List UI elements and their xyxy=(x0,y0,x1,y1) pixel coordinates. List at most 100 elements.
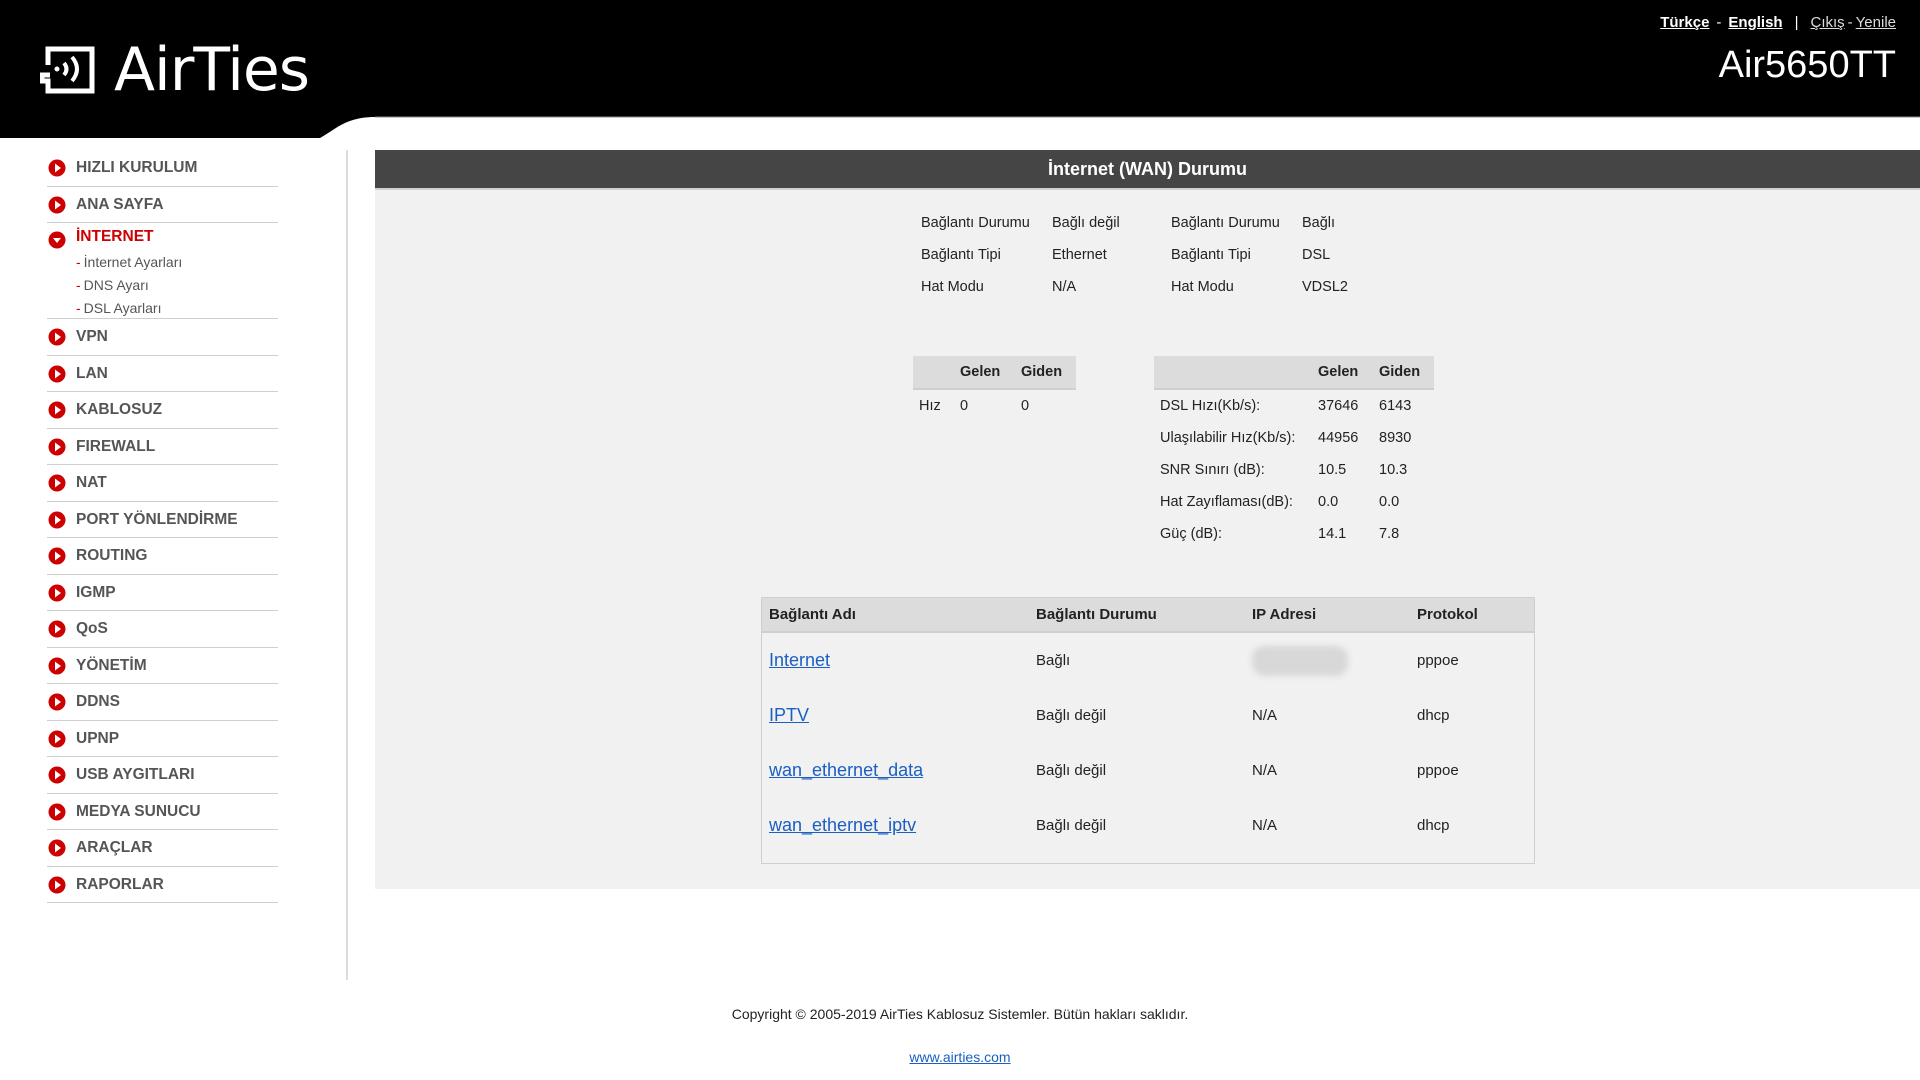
connections-header: Bağlantı Adı Bağlantı Durumu IP Adresi P… xyxy=(761,597,1535,633)
sidebar-item[interactable]: DDNS xyxy=(47,684,278,721)
sidebar-item[interactable]: MEDYA SUNUCU xyxy=(47,794,278,830)
table-row: Ulaşılabilir Hız(Kb/s): 44956 8930 xyxy=(1154,422,1434,454)
sidebar-subitem[interactable]: - İnternet Ayarları xyxy=(76,251,182,274)
play-arrow-icon xyxy=(48,620,66,638)
speed-out: 0 xyxy=(1021,398,1030,414)
play-arrow-icon xyxy=(48,693,66,711)
ip-value: N/A xyxy=(1252,707,1278,724)
ip-value: N/A xyxy=(1252,762,1278,779)
sidebar-item[interactable]: VPN xyxy=(47,319,278,356)
col-connection-status: Bağlantı Durumu xyxy=(1029,597,1245,633)
col-out: Giden xyxy=(1379,356,1434,390)
connection-link[interactable]: wan_ethernet_iptv xyxy=(769,815,916,835)
play-arrow-icon xyxy=(48,159,66,177)
play-arrow-icon xyxy=(48,803,66,820)
sidebar-item-label: RAPORLAR xyxy=(76,875,164,893)
ip-address-cell xyxy=(1245,632,1410,688)
eth-status-value: Bağlı değil xyxy=(1052,215,1120,231)
connections-table: Bağlantı Adı Bağlantı Durumu IP Adresi P… xyxy=(761,597,1535,864)
sidebar-item[interactable]: ARAÇLAR xyxy=(47,830,278,867)
top-links: Türkçe - English | Çıkış - Yenile xyxy=(1660,14,1896,31)
sidebar-item[interactable]: RAPORLAR xyxy=(47,867,278,903)
protocol: dhcp xyxy=(1417,817,1450,834)
sidebar-nav: HIZLI KURULUM ANA SAYFA İNTERNET - İnternet … xyxy=(47,150,278,903)
metric-in: 37646 xyxy=(1318,398,1359,414)
eth-mode-label: Hat Modu xyxy=(921,279,984,295)
speed-table: Gelen Giden Hız 0 0 xyxy=(913,356,1076,422)
metric-in: 0.0 xyxy=(1318,494,1339,510)
sidebar-item[interactable]: ROUTING xyxy=(47,538,278,575)
brand-name: AirTies xyxy=(114,35,310,105)
sidebar-item-label: QoS xyxy=(76,620,108,637)
sidebar-item-label: KABLOSUZ xyxy=(76,401,163,418)
metric-in: 44956 xyxy=(1318,430,1359,446)
table-row: Hat Zayıflaması(dB): 0.0 0.0 xyxy=(1154,486,1434,518)
sidebar-item-label: YÖNETİM xyxy=(76,656,147,674)
metric-out: 6143 xyxy=(1379,398,1412,414)
metric-label: Ulaşılabilir Hız(Kb/s): xyxy=(1160,430,1296,446)
sidebar-item[interactable]: HIZLI KURULUM xyxy=(47,150,278,187)
metric-label: SNR Sınırı (dB): xyxy=(1160,462,1265,478)
sidebar-item[interactable]: IGMP xyxy=(47,575,278,611)
sidebar-item-label: HIZLI KURULUM xyxy=(76,159,198,176)
lang-english-link[interactable]: English xyxy=(1728,14,1782,31)
play-arrow-icon xyxy=(48,876,66,893)
sidebar-item[interactable]: LAN xyxy=(47,356,278,392)
sidebar-item[interactable]: İNTERNET - İnternet Ayarları - DNS Ayarı - DSL… xyxy=(47,223,278,319)
ip-value: N/A xyxy=(1252,817,1278,834)
sidebar-item[interactable]: YÖNETİM xyxy=(47,648,278,684)
ip-address-cell: N/A xyxy=(1245,798,1410,853)
bullet-dash: - xyxy=(76,300,81,316)
page-title: İnternet (WAN) Durumu xyxy=(375,150,1920,190)
sidebar-item-label: ROUTING xyxy=(76,547,148,564)
play-arrow-icon xyxy=(48,511,66,528)
protocol: pppoe xyxy=(1417,762,1459,779)
col-out: Giden xyxy=(1021,356,1076,390)
dsl-mode-label: Hat Modu xyxy=(1171,279,1234,295)
table-row: Hız 0 0 xyxy=(913,389,1076,422)
sidebar-item-label: NAT xyxy=(76,474,107,491)
metric-out: 7.8 xyxy=(1379,526,1400,542)
sidebar-subitem[interactable]: - DSL Ayarları xyxy=(76,297,182,320)
sidebar-item[interactable]: KABLOSUZ xyxy=(47,392,278,429)
play-arrow-icon xyxy=(48,839,66,857)
connection-link[interactable]: Internet xyxy=(769,650,830,670)
connection-link[interactable]: wan_ethernet_data xyxy=(769,760,923,780)
sidebar-subitem-label: İnternet Ayarları xyxy=(83,254,183,270)
sidebar-item-label: MEDYA SUNUCU xyxy=(76,802,201,820)
sidebar-item[interactable]: QoS xyxy=(47,611,278,648)
metric-in: 14.1 xyxy=(1318,526,1347,542)
connection-link[interactable]: IPTV xyxy=(769,705,809,725)
col-in: Gelen xyxy=(960,356,1021,390)
dsl-type-label: Bağlantı Tipi xyxy=(1171,247,1251,263)
sidebar-item[interactable]: NAT xyxy=(47,465,278,502)
play-arrow-icon xyxy=(48,365,66,382)
sidebar-subitem-label: DNS Ayarı xyxy=(83,277,149,293)
protocol: dhcp xyxy=(1417,707,1450,724)
dsl-table: Gelen Giden DSL Hızı(Kb/s): 37646 6143 Ulaş… xyxy=(1154,356,1434,550)
sidebar-item-label: PORT YÖNLENDİRME xyxy=(76,510,238,528)
eth-type-label: Bağlantı Tipi xyxy=(921,247,1001,263)
sidebar-subitem[interactable]: - DNS Ayarı xyxy=(76,274,182,297)
sidebar-item[interactable]: FIREWALL xyxy=(47,429,278,465)
sidebar-item[interactable]: USB AYGITLARI xyxy=(47,757,278,794)
eth-type-value: Ethernet xyxy=(1052,247,1107,263)
sidebar-submenu: - İnternet Ayarları - DNS Ayarı - DSL Ayarlar… xyxy=(76,251,182,320)
table-row: wan_ethernet_iptv Bağlı değil N/A dhcp xyxy=(762,798,1535,853)
sidebar-item[interactable]: PORT YÖNLENDİRME xyxy=(47,502,278,538)
sidebar-item-label: LAN xyxy=(76,364,108,382)
lang-turkish-link[interactable]: Türkçe xyxy=(1660,14,1709,31)
play-arrow-icon xyxy=(48,401,66,419)
col-in: Gelen xyxy=(1318,356,1379,390)
logout-link[interactable]: Çıkış xyxy=(1811,14,1845,31)
sidebar-item-label: ARAÇLAR xyxy=(76,839,153,856)
sidebar-item[interactable]: ANA SAYFA xyxy=(47,187,278,223)
dsl-status-label: Bağlantı Durumu xyxy=(1171,215,1280,231)
airties-website-link[interactable]: www.airties.com xyxy=(909,1049,1010,1065)
sidebar-item[interactable]: UPNP xyxy=(47,721,278,757)
col-ip-address: IP Adresi xyxy=(1245,597,1410,633)
dsl-table-header: Gelen Giden xyxy=(1154,356,1434,390)
refresh-link[interactable]: Yenile xyxy=(1856,14,1896,31)
metric-label: Güç (dB): xyxy=(1160,526,1223,542)
col-blank xyxy=(1154,356,1318,390)
